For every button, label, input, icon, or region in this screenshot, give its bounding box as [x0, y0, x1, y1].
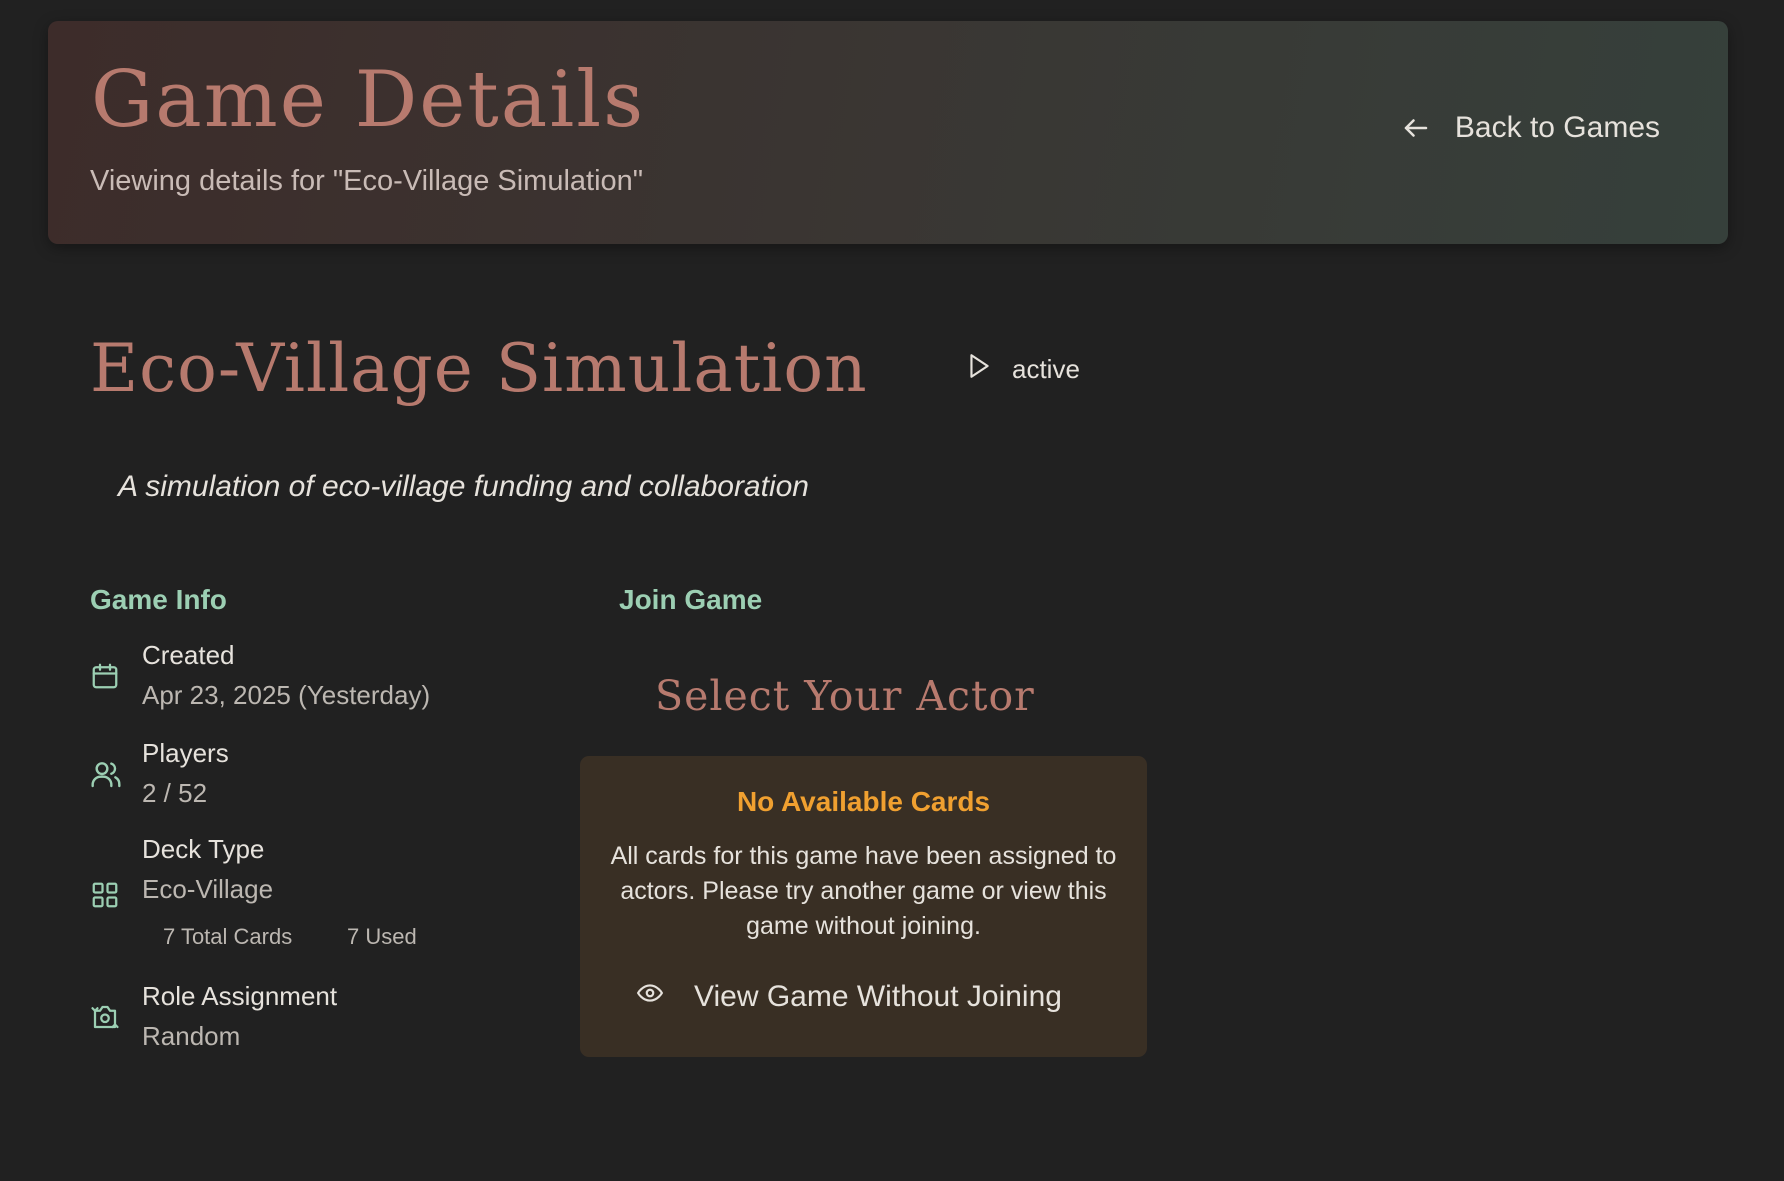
info-created: Created Apr 23, 2025 (Yesterday) — [90, 640, 550, 720]
back-to-games-button[interactable]: Back to Games — [1401, 111, 1660, 145]
shuffle-camera-icon — [90, 1001, 120, 1038]
status-badge: active — [966, 352, 1080, 387]
role-assignment-value: Random — [142, 1021, 241, 1051]
created-value: Apr 23, 2025 (Yesterday) — [142, 680, 431, 710]
page-subtitle: Viewing details for "Eco-Village Simulat… — [90, 165, 644, 197]
deck-type-value: Eco-Village — [142, 874, 274, 904]
page-header: Game Details Viewing details for "Eco-Vi… — [48, 21, 1728, 244]
total-cards-count: 7 Total Cards — [163, 924, 293, 949]
players-value: 2 / 52 — [142, 778, 208, 808]
info-deck-type: Deck Type Eco-Village 7 Total Cards 7 Us… — [90, 834, 550, 956]
join-game-heading: Join Game — [619, 584, 763, 615]
status-label: active — [1012, 354, 1080, 384]
role-assignment-label: Role Assignment — [142, 981, 338, 1011]
back-button-label: Back to Games — [1454, 111, 1660, 144]
info-role-assignment: Role Assignment Random — [90, 981, 550, 1061]
arrow-left-icon — [1401, 113, 1431, 143]
page-title: Game Details — [91, 55, 646, 145]
view-button-label: View Game Without Joining — [694, 980, 1062, 1013]
created-label: Created — [142, 640, 235, 670]
game-info-heading: Game Info — [90, 584, 227, 615]
players-label: Players — [142, 738, 229, 768]
no-cards-panel: No Available Cards All cards for this ga… — [580, 756, 1147, 1057]
grid-icon — [90, 880, 120, 915]
no-cards-title: No Available Cards — [736, 786, 991, 817]
play-icon — [966, 352, 992, 387]
select-actor-title: Select Your Actor — [655, 672, 1035, 720]
users-icon — [90, 758, 122, 795]
calendar-icon — [90, 660, 120, 697]
view-without-joining-button[interactable]: View Game Without Joining — [634, 980, 1062, 1014]
game-description: A simulation of eco-village funding and … — [118, 470, 809, 503]
used-cards-count: 7 Used — [347, 924, 417, 949]
eye-icon — [634, 980, 666, 1014]
no-cards-message: All cards for this game have been assign… — [610, 842, 1117, 940]
game-title: Eco-Village Simulation — [90, 330, 868, 407]
info-players: Players 2 / 52 — [90, 738, 550, 818]
deck-type-label: Deck Type — [142, 834, 265, 864]
